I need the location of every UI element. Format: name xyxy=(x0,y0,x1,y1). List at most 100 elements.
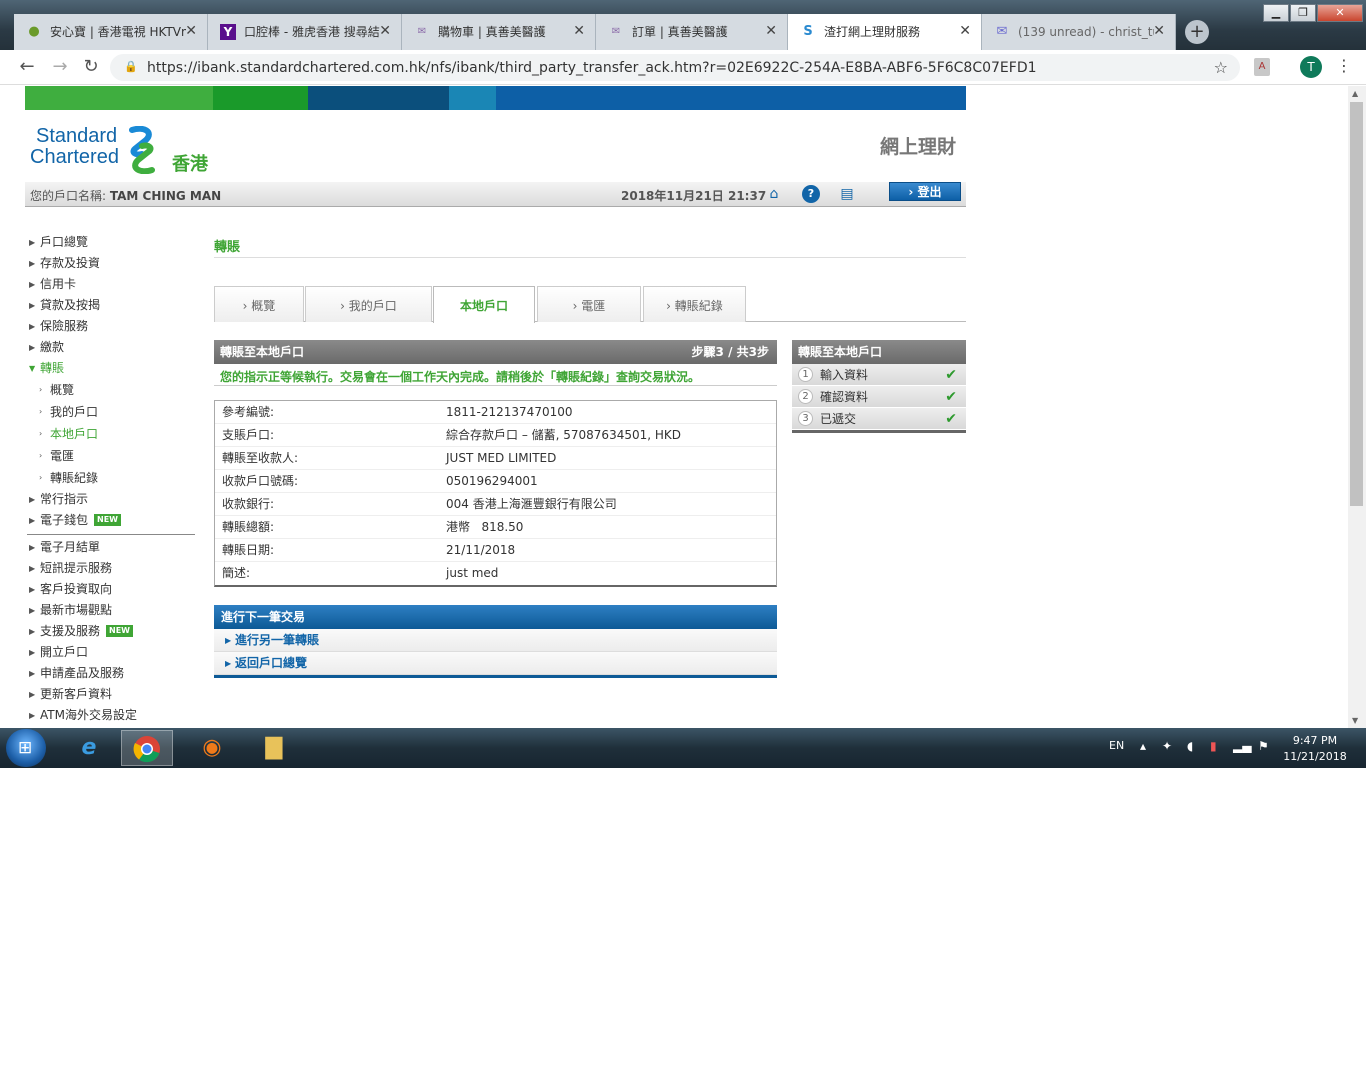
tray-expand-icon[interactable]: ▴ xyxy=(1140,739,1146,753)
browser-tab[interactable]: ✉ 訂單 | 真善美醫護 ✕ xyxy=(596,14,788,50)
another-transfer-link[interactable]: ▶ 進行另一筆轉賬 xyxy=(214,629,777,652)
sidebar-item[interactable]: ▶ 繳款 xyxy=(27,337,197,358)
sidebar-subitem-label: 概覽 xyxy=(50,383,75,397)
sidebar-subitem-label: 本地戶口 xyxy=(50,427,99,441)
sidebar-item[interactable]: ▶ 電子月結單 xyxy=(27,537,197,558)
account-name: TAM CHING MAN xyxy=(109,189,222,203)
tab-label: 轉賬紀錄 xyxy=(674,299,723,313)
sidebar-item-transfer[interactable]: ▼ 轉賬 xyxy=(27,358,197,379)
security-icon[interactable]: ▮ xyxy=(1210,739,1217,753)
dropbox-icon[interactable]: ✦ xyxy=(1162,739,1172,753)
sidebar-item[interactable]: ▶ 短訊提示服務 xyxy=(27,558,197,579)
language-indicator[interactable]: EN xyxy=(1109,739,1124,752)
sidebar-item[interactable]: ▶ 戶口總覽 xyxy=(27,232,197,253)
sidebar-item[interactable]: ▶ 存款及投資 xyxy=(27,253,197,274)
network-icon[interactable]: ▂▄ xyxy=(1233,739,1251,753)
browser-tab-active[interactable]: S 渣打網上理財服務 ✕ xyxy=(788,14,982,50)
browser-tab[interactable]: ✉ 購物車 | 真善美醫護 ✕ xyxy=(402,14,596,50)
file-explorer-icon[interactable]: ▇ xyxy=(248,730,300,766)
browser-tab[interactable]: ✉ (139 unread) - christ_turner ✕ xyxy=(982,14,1176,50)
tab-telegraphic-transfer[interactable]: › 電匯 xyxy=(537,286,641,322)
chrome-icon[interactable] xyxy=(121,730,173,766)
sidebar-subitem[interactable]: › 轉賬紀錄 xyxy=(27,467,197,489)
close-icon[interactable]: ✕ xyxy=(573,23,585,39)
standard-chartered-logo[interactable]: Standard Chartered 香港 xyxy=(30,125,208,176)
internet-explorer-icon[interactable]: e xyxy=(63,730,115,766)
sidebar-subitem[interactable]: › 電匯 xyxy=(27,445,197,467)
reload-button[interactable]: ↻ xyxy=(79,56,103,78)
profile-avatar[interactable]: T xyxy=(1300,56,1322,78)
back-to-overview-link[interactable]: ▶ 返回戶口總覽 xyxy=(214,652,777,675)
tab-my-accounts[interactable]: › 我的戶口 xyxy=(305,286,432,322)
minimize-button[interactable]: ▁ xyxy=(1263,4,1289,22)
sidebar-item[interactable]: ▶ 電子錢包 NEW xyxy=(27,510,197,531)
logo-line1: Standard xyxy=(36,125,118,147)
browser-tab[interactable]: ● 安心寶 | 香港電視 HKTVmall ✕ xyxy=(14,14,208,50)
logout-button[interactable]: › 登出 xyxy=(889,182,961,201)
sidebar-subitem[interactable]: › 我的戶口 xyxy=(27,401,197,423)
sidebar-item[interactable]: ▶ 客戶投資取向 xyxy=(27,579,197,600)
scroll-thumb[interactable] xyxy=(1350,102,1363,506)
pdf-extension-icon[interactable]: A xyxy=(1254,58,1270,76)
check-icon: ✔ xyxy=(945,411,957,427)
detail-value: 綜合存款戶口 – 儲蓄, 57087634501, HKD xyxy=(446,428,682,442)
detail-label: 轉賬至收款人: xyxy=(222,451,299,465)
progress-header: 轉賬至本地戶口 xyxy=(792,340,966,364)
maximize-button[interactable]: ❐ xyxy=(1290,4,1316,22)
system-clock[interactable]: 9:47 PM 11/21/2018 xyxy=(1282,733,1348,765)
detail-row: 轉賬總額: 港幣 818.50 xyxy=(215,516,776,539)
close-icon[interactable]: ✕ xyxy=(765,23,777,39)
close-icon[interactable]: ✕ xyxy=(379,23,391,39)
sidebar-subitem[interactable]: › 概覽 xyxy=(27,379,197,401)
sidebar-item[interactable]: ▶ 信用卡 xyxy=(27,274,197,295)
scroll-up-icon[interactable]: ▲ xyxy=(1352,89,1358,98)
close-icon[interactable]: ✕ xyxy=(959,23,971,39)
forward-button[interactable]: → xyxy=(48,56,72,78)
account-label: 您的戶口名稱: xyxy=(30,189,107,203)
arrow-right-icon: ▶ xyxy=(225,636,232,645)
volume-icon[interactable]: ◖ xyxy=(1187,739,1193,753)
action-center-flag-icon[interactable]: ⚑ xyxy=(1258,739,1269,753)
detail-row: 支賬戶口: 綜合存款戶口 – 儲蓄, 57087634501, HKD xyxy=(215,424,776,447)
browser-tab[interactable]: Y 口腔棒 - 雅虎香港 搜尋結果 ✕ xyxy=(208,14,402,50)
tab-local-accounts[interactable]: 本地戶口 xyxy=(433,286,535,323)
sidebar-item[interactable]: ▶ ATM海外交易設定 xyxy=(27,705,197,726)
new-tab-button[interactable]: + xyxy=(1185,20,1209,44)
sidebar-item[interactable]: ▶ 申請產品及服務 xyxy=(27,663,197,684)
login-datetime: 2018年11月21日 21:37 xyxy=(621,189,767,203)
detail-label: 轉賬總額: xyxy=(222,520,275,534)
print-icon[interactable]: ▤ xyxy=(838,185,856,203)
sidebar-item-label: 轉賬 xyxy=(40,361,65,375)
band-segment xyxy=(25,86,213,110)
menu-icon[interactable]: ⋮ xyxy=(1336,56,1352,75)
firefox-icon[interactable]: ◉ xyxy=(186,730,238,766)
sidebar-item[interactable]: ▶ 開立戶口 xyxy=(27,642,197,663)
sidebar-item[interactable]: ▶ 貸款及按揭 xyxy=(27,295,197,316)
back-button[interactable]: ← xyxy=(15,56,39,78)
sidebar-item[interactable]: ▶ 更新客戶資料 xyxy=(27,684,197,705)
close-icon[interactable]: ✕ xyxy=(185,23,197,39)
close-icon[interactable]: ✕ xyxy=(1153,23,1165,39)
tab-transfer-history[interactable]: › 轉賬紀錄 xyxy=(643,286,746,322)
page-scrollbar[interactable]: ▲ ▼ xyxy=(1348,86,1366,728)
sidebar-item[interactable]: ▶ 保險服務 xyxy=(27,316,197,337)
sidebar-subitem-local[interactable]: › 本地戶口 xyxy=(27,423,197,445)
sidebar-item[interactable]: ▶ 最新市場觀點 xyxy=(27,600,197,621)
url-text[interactable]: https://ibank.standardchartered.com.hk/n… xyxy=(147,60,1037,76)
bookmark-star-icon[interactable]: ☆ xyxy=(1214,58,1228,77)
step-label: 已遞交 xyxy=(820,412,857,426)
address-bar[interactable]: 🔒 https://ibank.standardchartered.com.hk… xyxy=(110,54,1240,81)
scroll-down-icon[interactable]: ▼ xyxy=(1352,716,1358,725)
tab-overview[interactable]: › 概覽 xyxy=(214,286,304,322)
sidebar-item[interactable]: ▶ 支援及服務 NEW xyxy=(27,621,197,642)
sidebar-item[interactable]: ▶ 常行指示 xyxy=(27,489,197,510)
site-icon: ✉ xyxy=(611,26,621,37)
title-divider xyxy=(214,257,966,258)
detail-label: 支賬戶口: xyxy=(222,428,275,442)
start-button[interactable]: ⊞ xyxy=(6,729,46,767)
home-icon[interactable]: ⌂ xyxy=(765,185,783,203)
window-close-button[interactable]: ✕ xyxy=(1317,4,1363,22)
tab-title: 購物車 | 真善美醫護 xyxy=(438,25,546,39)
help-icon[interactable]: ? xyxy=(802,185,820,203)
panel-header: 轉賬至本地戶口 步驟3 / 共3步 xyxy=(214,340,777,364)
